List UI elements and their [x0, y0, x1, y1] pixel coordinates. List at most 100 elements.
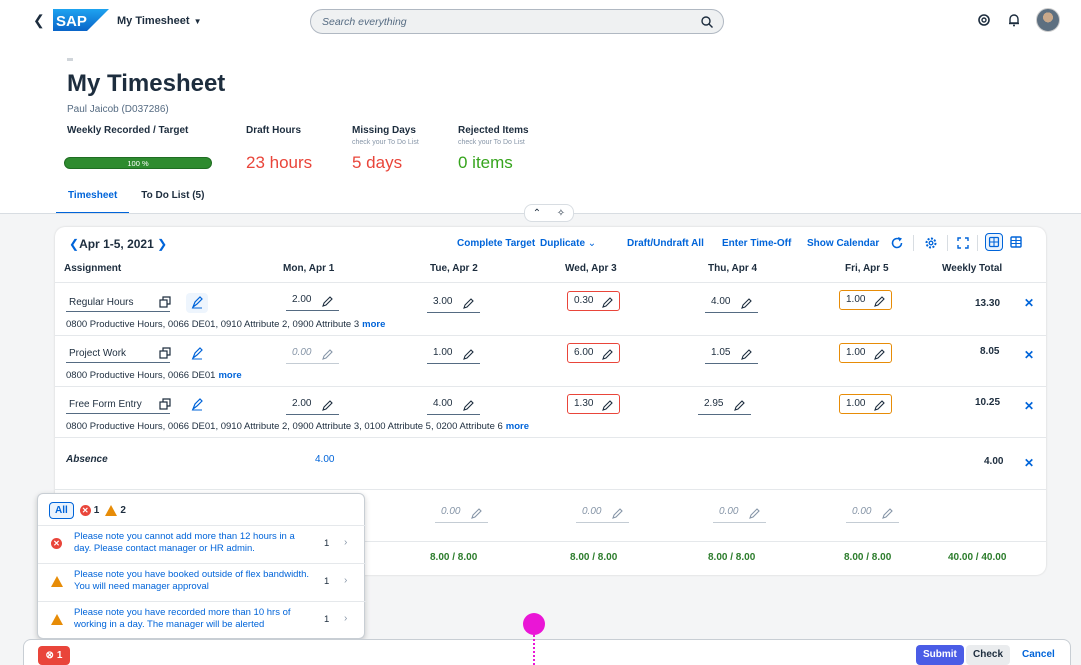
- hours-value: 1.30: [574, 398, 594, 409]
- previous-week-icon[interactable]: ❮: [69, 237, 79, 251]
- more-link[interactable]: more: [362, 319, 385, 330]
- weekly-progress-text: 100 %: [127, 159, 149, 168]
- hours-input[interactable]: 3.00: [427, 293, 480, 313]
- hours-input[interactable]: 0.00: [435, 503, 488, 523]
- refresh-icon[interactable]: [889, 235, 905, 251]
- pencil-icon: [322, 296, 333, 307]
- filter-warnings-button[interactable]: 2: [105, 505, 126, 516]
- column-header-weekly-total: Weekly Total: [942, 263, 1003, 274]
- avatar[interactable]: [1036, 8, 1060, 32]
- hours-input[interactable]: 2.00: [286, 395, 339, 415]
- search-icon[interactable]: [700, 15, 714, 29]
- next-week-icon[interactable]: ❯: [157, 237, 167, 251]
- more-link[interactable]: more: [506, 421, 529, 432]
- back-icon[interactable]: ❮: [33, 12, 45, 29]
- absence-mon-value[interactable]: 4.00: [315, 454, 334, 465]
- copy-icon[interactable]: [159, 296, 172, 309]
- search-field[interactable]: Search everything: [310, 9, 724, 34]
- hours-value: 0.00: [852, 506, 872, 517]
- hours-input[interactable]: 2.95: [698, 395, 751, 415]
- hours-input-warning[interactable]: 1.00: [839, 290, 892, 310]
- duplicate-button[interactable]: Duplicate ⌄: [540, 238, 596, 249]
- grid-view-icon[interactable]: [985, 233, 1003, 251]
- settings-icon[interactable]: [923, 235, 939, 251]
- enter-time-off-button[interactable]: Enter Time-Off: [722, 238, 791, 249]
- collapse-header-icon[interactable]: ⌃: [533, 208, 541, 219]
- check-button[interactable]: Check: [966, 645, 1011, 665]
- hours-input-warning[interactable]: 1.00: [839, 343, 892, 363]
- weekly-progress-bar: 100 %: [64, 157, 212, 169]
- calendar-view-icon[interactable]: [1007, 233, 1025, 251]
- assignment-select[interactable]: Regular Hours: [66, 294, 170, 312]
- header-divider: [55, 282, 1046, 283]
- filter-error-count: 1: [93, 505, 100, 516]
- message-text: Please note you have booked outside of f…: [74, 569, 310, 592]
- edit-details-icon[interactable]: [186, 344, 208, 364]
- page-title: My Timesheet: [67, 70, 226, 97]
- pencil-icon: [882, 508, 893, 519]
- app-title-menu[interactable]: My Timesheet ▼: [117, 15, 201, 27]
- submit-button[interactable]: Submit: [916, 645, 964, 665]
- pencil-icon: [749, 508, 760, 519]
- delete-row-icon[interactable]: ✕: [1024, 399, 1034, 413]
- hours-input-warning[interactable]: 1.00: [839, 394, 892, 414]
- hours-value: 4.00: [433, 398, 453, 409]
- hours-input[interactable]: 0.00: [576, 503, 629, 523]
- hours-input[interactable]: 4.00: [427, 395, 480, 415]
- fullscreen-icon[interactable]: [955, 235, 971, 251]
- pencil-icon: [471, 508, 482, 519]
- message-item[interactable]: ✕ Please note you cannot add more than 1…: [38, 525, 366, 563]
- message-indicator-button[interactable]: ⊗ 1: [38, 646, 70, 665]
- hours-input-error[interactable]: 0.30: [567, 291, 620, 311]
- toolbar-separator: [977, 235, 978, 251]
- kpi-missing-value[interactable]: 5 days: [352, 153, 402, 173]
- assignment-select[interactable]: Free Form Entry: [66, 396, 170, 414]
- daily-sum: 8.00 / 8.00: [430, 552, 478, 563]
- message-item[interactable]: Please note you have recorded more than …: [38, 601, 366, 639]
- hours-value: 1.00: [846, 294, 866, 305]
- row-divider: [55, 437, 1046, 438]
- hours-value: 1.00: [846, 398, 866, 409]
- hours-input[interactable]: 0.00: [286, 344, 339, 364]
- assignment-select[interactable]: Project Work: [66, 345, 170, 363]
- hours-input[interactable]: 1.00: [427, 344, 480, 364]
- delete-row-icon[interactable]: ✕: [1024, 296, 1034, 310]
- pencil-icon: [463, 400, 474, 411]
- edit-details-icon[interactable]: [186, 293, 208, 313]
- draft-undraft-button[interactable]: Draft/Undraft All: [627, 238, 704, 249]
- pencil-icon: [741, 349, 752, 360]
- kpi-rejected-value[interactable]: 0 items: [458, 153, 513, 173]
- pin-header-icon[interactable]: ✧: [557, 208, 565, 219]
- column-header-mon: Mon, Apr 1: [283, 263, 335, 274]
- delete-row-icon[interactable]: ✕: [1024, 456, 1034, 470]
- filter-errors-button[interactable]: ✕ 1: [79, 505, 100, 516]
- hours-input-error[interactable]: 1.30: [567, 394, 620, 414]
- delete-row-icon[interactable]: ✕: [1024, 348, 1034, 362]
- message-count: 1: [324, 576, 330, 587]
- hours-input-error[interactable]: 6.00: [567, 343, 620, 363]
- copy-icon[interactable]: [159, 347, 172, 360]
- copy-icon[interactable]: [159, 398, 172, 411]
- app-title: My Timesheet: [117, 15, 190, 27]
- hours-input[interactable]: 1.05: [705, 344, 758, 364]
- hours-input[interactable]: 2.00: [286, 291, 339, 311]
- bell-icon[interactable]: [1006, 12, 1022, 28]
- copilot-icon[interactable]: [976, 12, 992, 28]
- filter-all-button[interactable]: All: [49, 502, 74, 519]
- hours-input[interactable]: 0.00: [713, 503, 766, 523]
- tab-todo-list[interactable]: To Do List (5): [129, 190, 216, 210]
- hours-input[interactable]: 0.00: [846, 503, 899, 523]
- hours-input[interactable]: 4.00: [705, 293, 758, 313]
- week-label[interactable]: Apr 1-5, 2021: [79, 237, 154, 251]
- kpi-draft-value[interactable]: 23 hours: [246, 153, 312, 173]
- tab-timesheet[interactable]: Timesheet: [56, 190, 130, 214]
- edit-details-icon[interactable]: [186, 395, 208, 415]
- pencil-icon: [602, 297, 613, 308]
- pencil-icon: [612, 508, 623, 519]
- complete-target-button[interactable]: Complete Target: [457, 238, 535, 249]
- more-link[interactable]: more: [218, 370, 241, 381]
- absence-label: Absence: [66, 454, 108, 465]
- cancel-button[interactable]: Cancel: [1022, 645, 1055, 665]
- show-calendar-button[interactable]: Show Calendar: [807, 238, 879, 249]
- message-item[interactable]: Please note you have booked outside of f…: [38, 563, 366, 601]
